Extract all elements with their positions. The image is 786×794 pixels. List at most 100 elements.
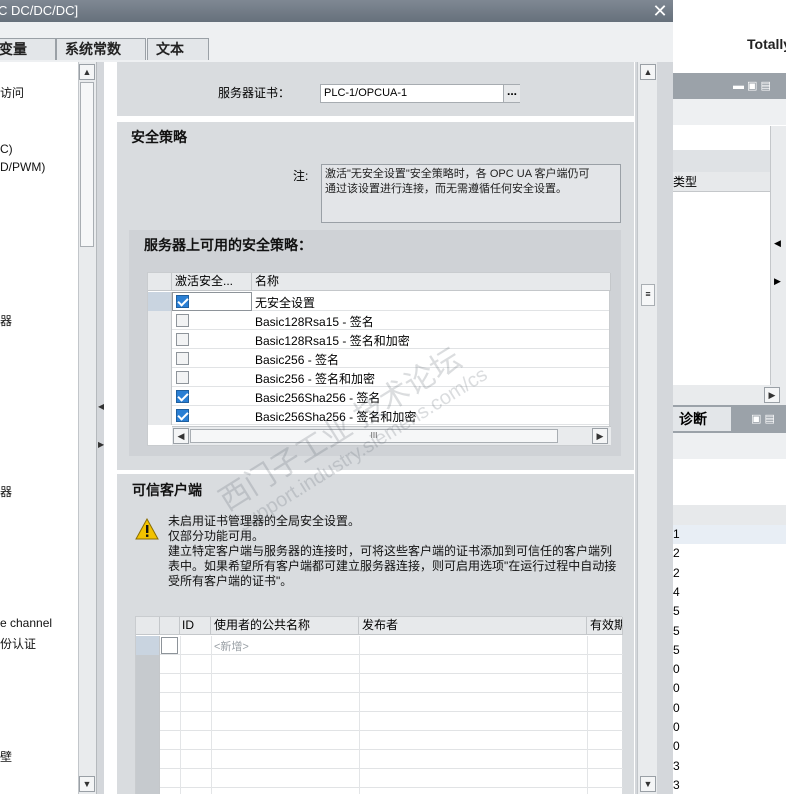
policy-active-checkbox[interactable] (176, 333, 189, 346)
policy-row[interactable]: Basic256Sha256 - 签名 (148, 387, 609, 406)
col-name[interactable]: 名称 (252, 273, 611, 291)
tab-variables[interactable]: 变量 (0, 38, 56, 60)
policy-active-checkbox[interactable] (176, 314, 189, 327)
hscroll-thumb[interactable]: III (190, 429, 558, 443)
row-header[interactable] (136, 769, 160, 788)
client-row[interactable] (136, 655, 623, 674)
row-header[interactable] (148, 311, 172, 330)
scroll-thumb[interactable] (80, 82, 94, 247)
tab-system-constants[interactable]: 系统常数 (56, 38, 146, 60)
client-row[interactable] (136, 693, 623, 712)
policy-row[interactable]: Basic256 - 签名和加密 (148, 368, 609, 387)
row-header[interactable] (136, 712, 160, 731)
panel-titlebar: ▬ ▣ ▤ (673, 73, 786, 99)
nav-item[interactable]: C) (0, 142, 13, 156)
col-issuer[interactable]: 发布者 (359, 617, 587, 635)
row-header[interactable] (136, 674, 160, 693)
window-controls-icon[interactable]: ▬ ▣ ▤ (733, 79, 771, 92)
scroll-left-icon[interactable]: ◀ (173, 428, 189, 444)
client-row[interactable] (136, 769, 623, 788)
scroll-right-icon[interactable]: ▶ (774, 276, 781, 287)
trusted-clients-panel: 可信客户端 未启用证书管理器的全局安全设置。 仅部分功能可用。 建立特定客户端与… (117, 474, 634, 794)
server-cert-field[interactable]: PLC-1/OPCUA-1 ... (320, 84, 520, 103)
tab-diagnostics[interactable]: 诊断 (673, 407, 731, 431)
background-app: Totally ▬ ▣ ▤ 类型 ◀ ▶ ▶ 诊断 ▣ ▤ 1 2 2 4 5 5 5 0 0 0… (673, 0, 786, 794)
policy-active-checkbox[interactable] (176, 371, 189, 384)
policy-row[interactable]: 无安全设置 (148, 292, 609, 311)
scroll-down-icon[interactable]: ▼ (79, 776, 95, 792)
row-header[interactable] (136, 655, 160, 674)
diag-header (673, 505, 786, 525)
content-scrollbar[interactable]: ▲ ≡ ▼ (637, 62, 657, 794)
client-row[interactable] (136, 712, 623, 731)
diag-value: 2 (673, 546, 680, 561)
window-controls-icon[interactable]: ▣ ▤ (751, 412, 775, 425)
col-active[interactable]: 激活安全... (172, 273, 252, 291)
warning-line: 未启用证书管理器的全局安全设置。 (168, 514, 361, 528)
row-header[interactable] (148, 292, 172, 311)
scroll-up-icon[interactable]: ▲ (79, 64, 95, 80)
nav-item[interactable]: 访问 (0, 84, 24, 101)
col-type[interactable]: 类型 (673, 172, 773, 192)
new-row-checkbox[interactable] (161, 637, 178, 654)
nav-item[interactable]: 壁 (0, 748, 12, 765)
client-row[interactable] (136, 731, 623, 750)
policy-active-checkbox[interactable] (176, 352, 189, 365)
new-row-placeholder[interactable]: <新增> (214, 638, 249, 654)
row-header[interactable] (136, 693, 160, 712)
col-common-name[interactable]: 使用者的公共名称 (211, 617, 359, 635)
policy-name: 无安全设置 (255, 296, 316, 310)
client-row[interactable] (136, 674, 623, 693)
cell-divider (587, 712, 588, 731)
policy-active-checkbox[interactable] (176, 295, 189, 308)
cell-divider (211, 788, 212, 794)
policy-name: Basic256 - 签名 (255, 353, 340, 367)
scroll-down-icon[interactable]: ▼ (640, 776, 656, 792)
diag-value: 1 (673, 525, 786, 544)
row-header[interactable] (136, 750, 160, 769)
policy-row[interactable]: Basic128Rsa15 - 签名 (148, 311, 609, 330)
row-header[interactable] (136, 788, 160, 794)
close-icon[interactable]: ✕ (650, 1, 670, 21)
policy-table: 激活安全... 名称 无安全设置 Basic128Rsa15 - 签名 Basic1… (147, 272, 611, 446)
left-nav-scrollbar[interactable]: ▲ ▼ (78, 62, 96, 794)
row-header[interactable] (148, 368, 172, 387)
scroll-up-icon[interactable]: ▲ (640, 64, 656, 80)
col-id[interactable]: ID (180, 617, 211, 635)
row-header[interactable] (136, 636, 160, 655)
row-header[interactable] (148, 330, 172, 349)
server-cert-label: 服务器证书： (218, 86, 291, 100)
cell-divider (359, 674, 360, 693)
tab-texts[interactable]: 文本 (147, 38, 209, 60)
nav-item[interactable]: e channel (0, 616, 52, 630)
client-row[interactable] (136, 788, 623, 794)
right-vscrollbar[interactable]: ◀ ▶ (770, 126, 786, 396)
right-hscrollbar[interactable]: ▶ (673, 385, 786, 405)
scroll-thumb[interactable]: ≡ (641, 284, 655, 306)
policy-hscrollbar[interactable]: ◀ III ▶ (172, 426, 611, 445)
client-row[interactable] (136, 750, 623, 769)
row-header[interactable] (136, 731, 160, 750)
policy-active-checkbox[interactable] (176, 409, 189, 422)
row-header[interactable] (148, 406, 172, 425)
note-text-line: 通过该设置进行连接，而无需遵循任何安全设置。 (325, 183, 567, 195)
scroll-left-icon[interactable]: ◀ (774, 238, 781, 249)
nav-item[interactable]: D/PWM) (0, 160, 45, 174)
col-validity[interactable]: 有效期 (587, 617, 623, 635)
policy-row[interactable]: Basic256 - 签名 (148, 349, 609, 368)
diag-value: 5 (673, 604, 680, 619)
policy-active-checkbox[interactable] (176, 390, 189, 403)
nav-item[interactable]: 器 (0, 312, 12, 329)
row-header[interactable] (148, 349, 172, 368)
scroll-right-icon[interactable]: ▶ (592, 428, 608, 444)
client-row[interactable]: <新增> (136, 636, 623, 655)
row-header[interactable] (148, 387, 172, 406)
scroll-right-icon[interactable]: ▶ (764, 387, 780, 403)
policy-row[interactable]: Basic256Sha256 - 签名和加密 (148, 406, 609, 425)
splitter[interactable]: ◀ ▶ (96, 62, 104, 794)
nav-item[interactable]: 份认证 (0, 635, 36, 652)
policy-row[interactable]: Basic128Rsa15 - 签名和加密 (148, 330, 609, 349)
nav-item[interactable]: 器 (0, 483, 12, 500)
dialog-window: C DC/DC/DC] ✕ 变量 系统常数 文本 访问 C) D/PWM) 器 … (0, 0, 673, 794)
browse-button[interactable]: ... (503, 85, 520, 102)
